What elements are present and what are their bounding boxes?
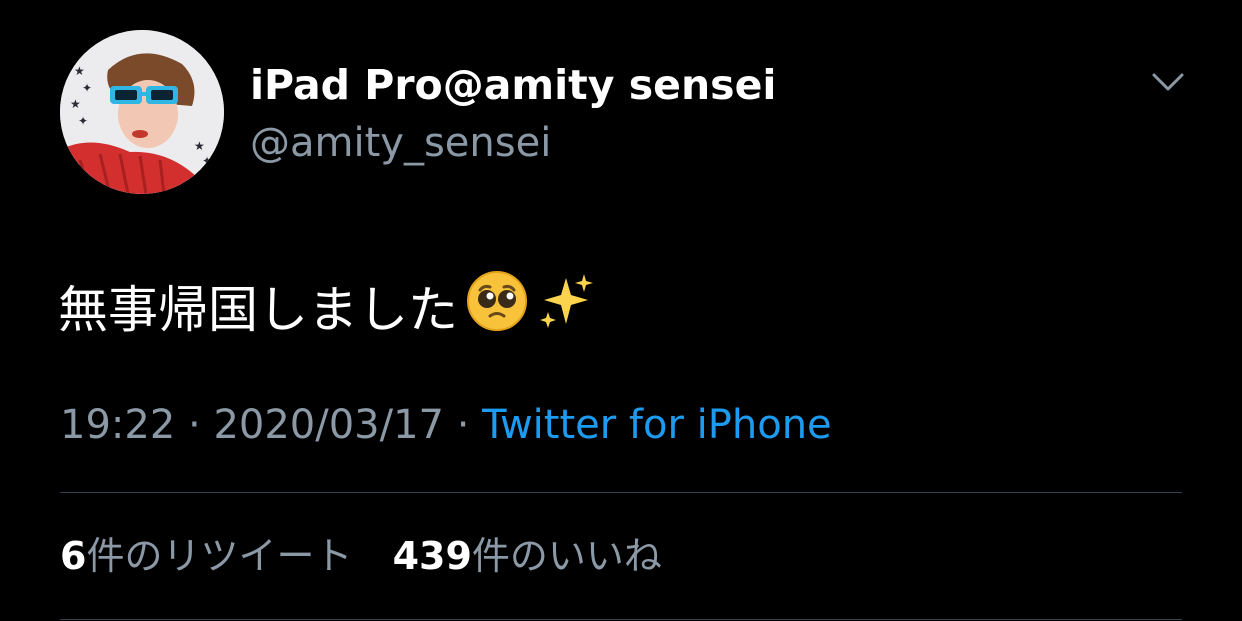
pleading-face-icon [466,270,528,350]
author-handle[interactable]: @amity_sensei [250,118,551,168]
tweet-body: 無事帰国しました [58,281,458,339]
svg-text:✦: ✦ [78,114,88,128]
svg-text:✦: ✦ [82,81,92,95]
meta-separator: · [188,402,201,448]
likes-label: 件のいいね [471,534,662,578]
svg-text:★: ★ [74,64,85,78]
tweet-text: 無事帰国しました [58,270,598,350]
divider [60,619,1182,620]
svg-text:★: ★ [70,97,81,111]
avatar[interactable]: ★ ✦ ★ ✦ ★ ✦ [60,30,224,194]
tweet-date: 2020/03/17 [213,402,444,448]
sparkles-icon [536,270,598,350]
chevron-down-icon[interactable] [1148,64,1188,100]
tweet-time: 19:22 [60,402,176,448]
tweet-stats: 6件のリツイート 439件のいいね [60,530,690,582]
svg-text:★: ★ [194,139,205,153]
likes-count: 439 [392,534,472,578]
retweets-label: 件のリツイート [86,534,353,578]
retweets-stat[interactable]: 6件のリツイート [60,530,352,582]
retweets-count: 6 [60,534,87,578]
likes-stat[interactable]: 439件のいいね [393,530,662,582]
tweet-meta: 19:22 · 2020/03/17 · Twitter for iPhone [60,398,832,452]
meta-separator: · [456,402,470,448]
author-display-name[interactable]: iPad Pro@amity sensei [250,60,776,110]
svg-text:✦: ✦ [202,154,212,168]
tweet-source-link[interactable]: Twitter for iPhone [482,402,832,448]
profile-photo-icon: ★ ✦ ★ ✦ ★ ✦ [60,30,224,194]
divider [60,492,1182,493]
